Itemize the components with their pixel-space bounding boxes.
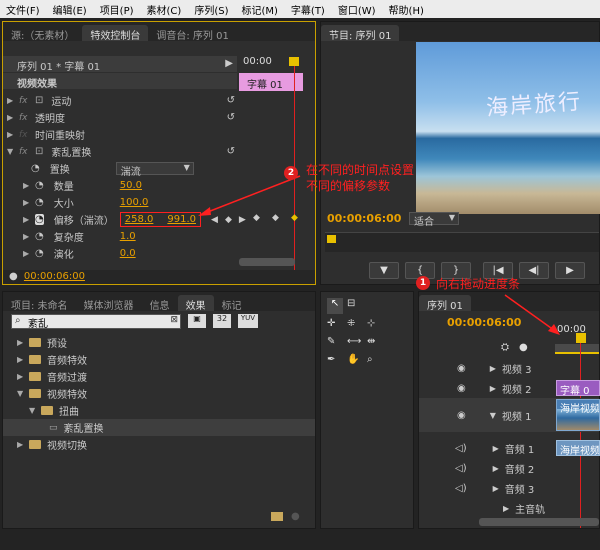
annotation-arrowhead-1 (548, 324, 560, 335)
annotation-2-line2: 不同的偏移参数 (306, 179, 391, 193)
annotation-arrowhead-2 (198, 207, 211, 216)
annotation-1-text: 向右拖动进度条 (436, 277, 521, 291)
annotation-arrow-2 (199, 175, 301, 216)
annotation-2-line1: 在不同的时间点设置 (306, 163, 415, 177)
annotation-2-number: 2 (284, 166, 298, 180)
annotation-arrow-1 (504, 294, 559, 334)
annotation-1-number: 1 (416, 276, 430, 290)
